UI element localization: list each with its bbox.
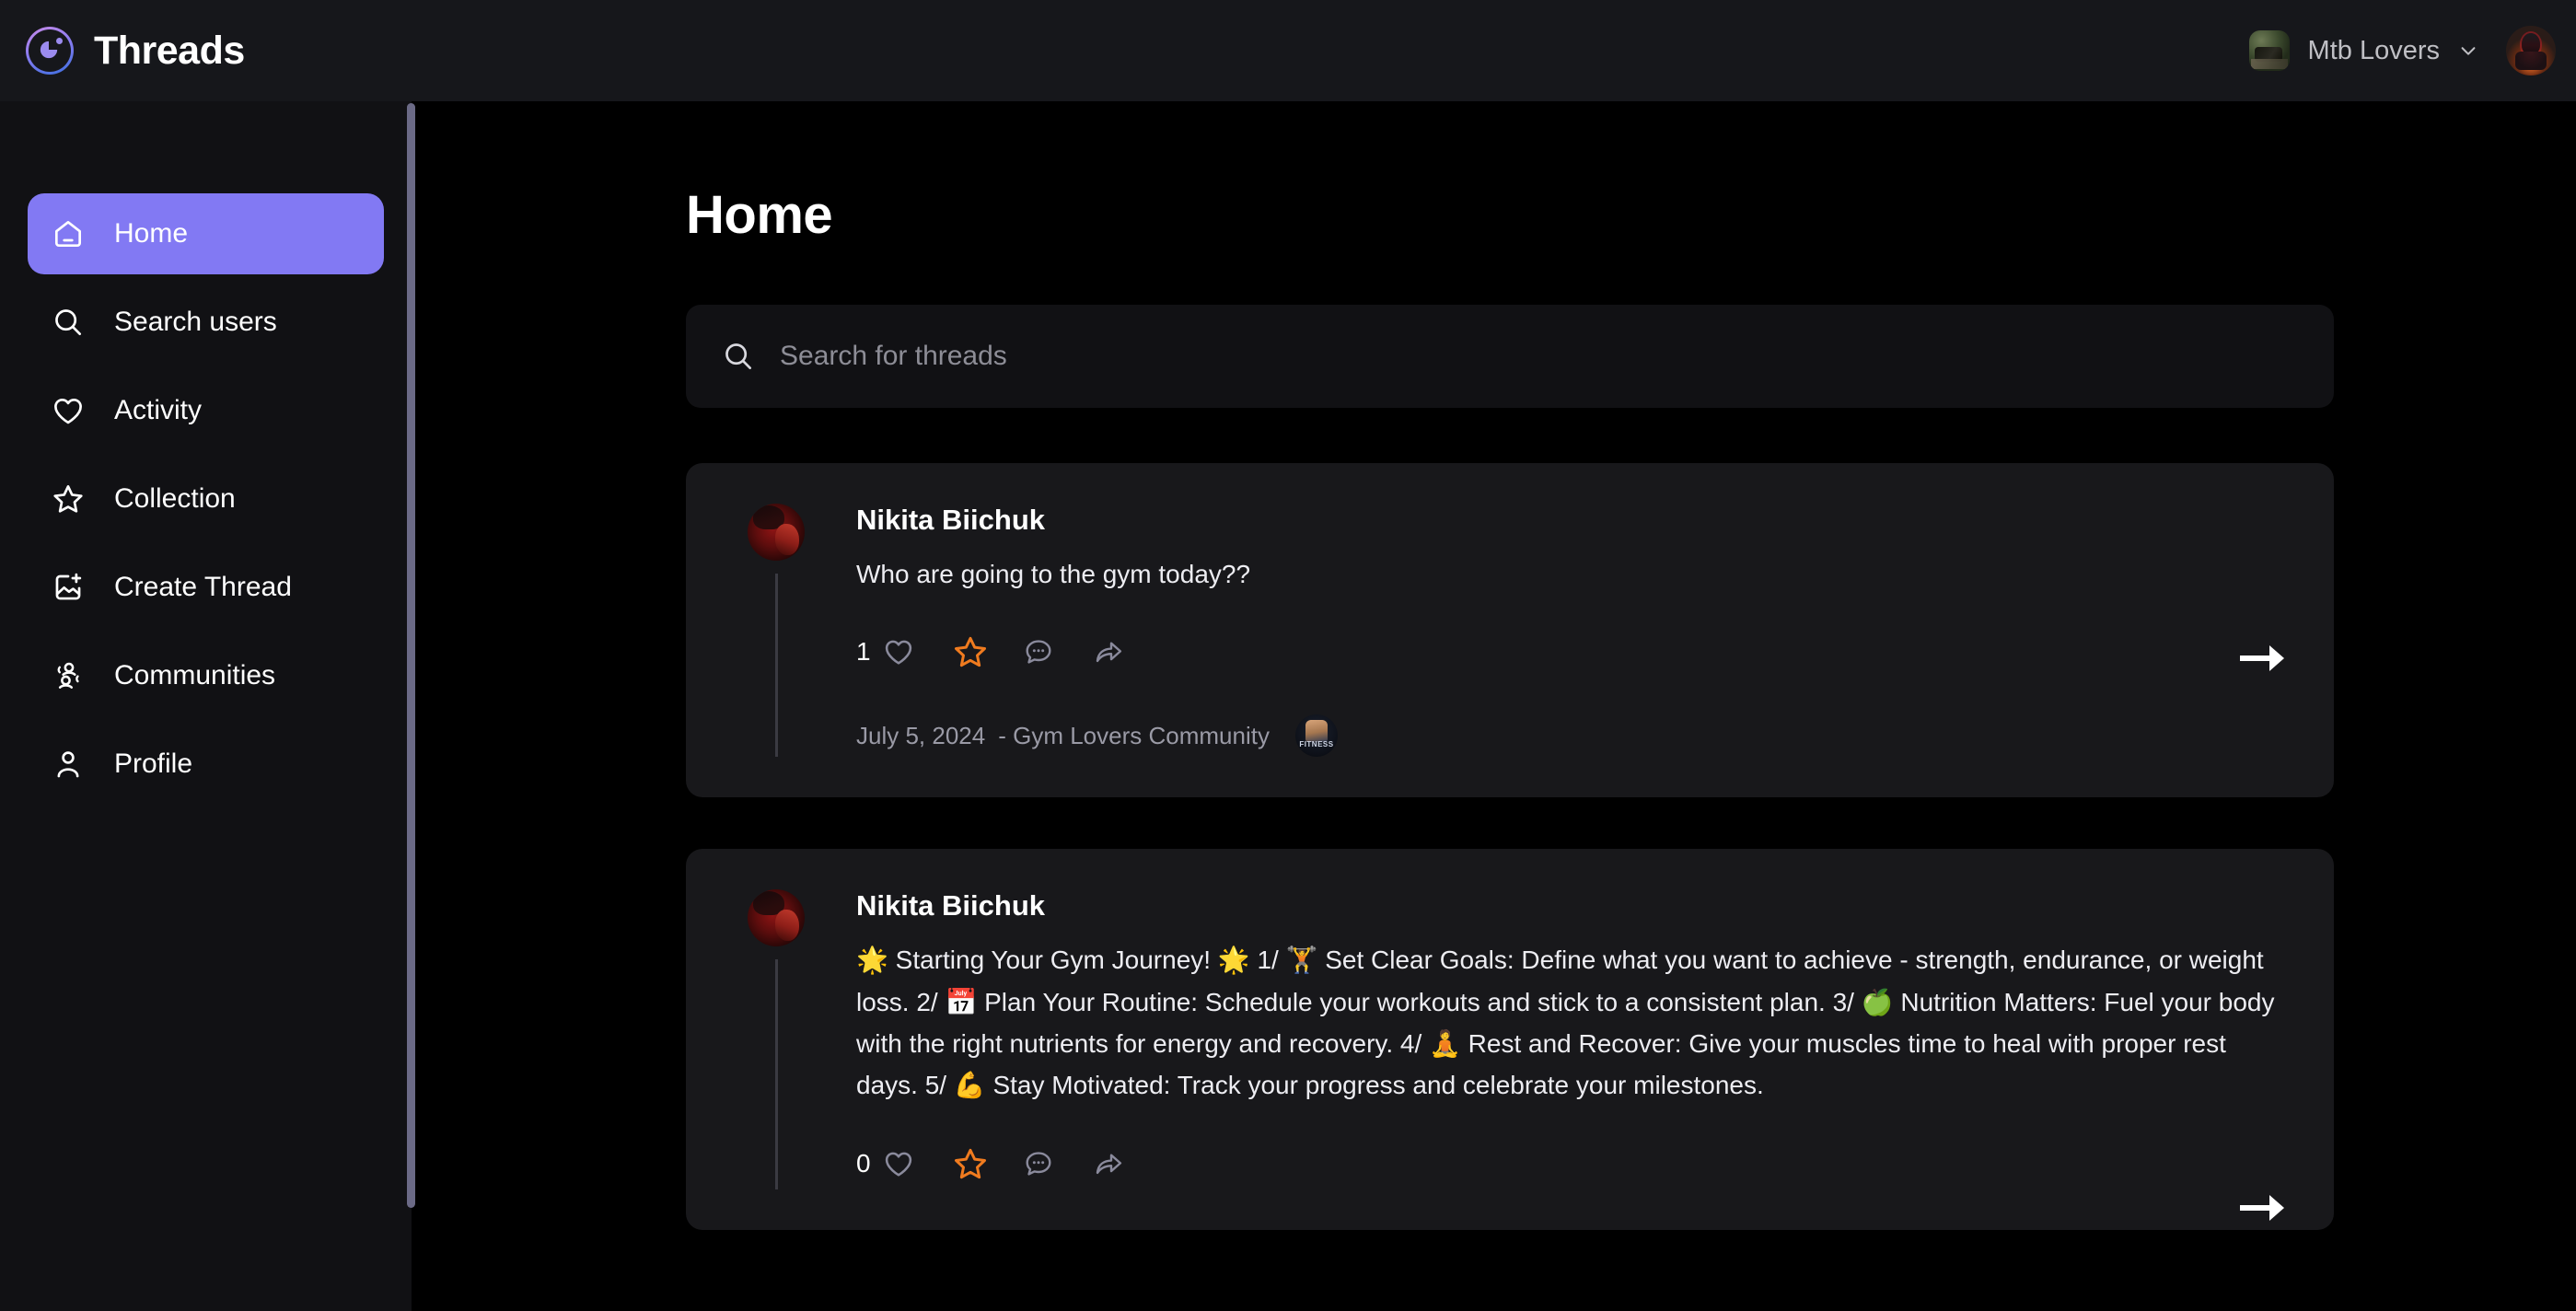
top-bar-right: Mtb Lovers (2236, 0, 2556, 101)
logo-dot (56, 38, 63, 44)
sidebar-nav: Home Search users Activity Collection Cr… (0, 193, 412, 805)
thread-footer: July 5, 2024 - Gym Lovers Community FITN… (856, 714, 2290, 758)
sidebar-item-communities[interactable]: Communities (28, 635, 384, 716)
image-plus-icon (48, 567, 88, 608)
like-count: 0 (856, 1148, 871, 1178)
sidebar-item-label: Profile (114, 748, 193, 779)
sidebar-item-label: Home (114, 218, 189, 249)
thread-author-name[interactable]: Nikita Biichuk (856, 889, 1045, 922)
star-icon (48, 479, 88, 519)
fitness-community-logo[interactable]: FITNESS (1294, 714, 1338, 758)
arrow-right-icon[interactable] (2238, 638, 2286, 679)
users-group-icon (48, 656, 88, 696)
arrow-right-icon[interactable] (2238, 1188, 2286, 1228)
brand-title: Threads (94, 28, 245, 73)
thread-connector-line (774, 574, 778, 758)
search-input[interactable] (780, 341, 2299, 372)
avatar[interactable] (2506, 26, 2556, 75)
heart-icon[interactable] (882, 1138, 939, 1189)
thread-body-text: 🌟 Starting Your Gym Journey! 🌟 1/ 🏋️ Set… (856, 946, 2275, 1100)
comment-bubble-icon[interactable] (1022, 626, 1079, 678)
sidebar-item-home[interactable]: Home (28, 193, 384, 274)
thread-card[interactable]: Nikita Biichuk Who are going to the gym … (686, 463, 2334, 798)
threads-logo-icon (26, 27, 74, 75)
page-title: Home (686, 185, 833, 245)
star-icon[interactable] (952, 1138, 1009, 1189)
sidebar-item-search-users[interactable]: Search users (28, 282, 384, 363)
search-icon (721, 339, 756, 374)
thread-connector-line (774, 959, 778, 1189)
sidebar-item-profile[interactable]: Profile (28, 724, 384, 805)
search-threads-bar[interactable] (686, 305, 2334, 408)
thread-action-bar: 0 (856, 1138, 2290, 1189)
sidebar-item-label: Activity (114, 395, 203, 425)
thread-author-name[interactable]: Nikita Biichuk (856, 504, 1045, 537)
thread-body-text: Who are going to the gym today?? (856, 560, 1251, 588)
sidebar-item-collection[interactable]: Collection (28, 458, 384, 539)
sidebar: Home Search users Activity Collection Cr… (0, 101, 412, 1311)
like-count: 1 (856, 637, 871, 667)
top-bar: Threads Mtb Lovers (0, 0, 2576, 101)
brand[interactable]: Threads (26, 27, 245, 75)
person-icon (48, 744, 88, 784)
community-switcher-label: Mtb Lovers (2307, 35, 2440, 65)
thread-avatar-column (728, 889, 824, 1189)
star-icon[interactable] (952, 626, 1009, 678)
thread-card[interactable]: Nikita Biichuk 🌟 Starting Your Gym Journ… (686, 849, 2334, 1230)
comment-bubble-icon[interactable] (1022, 1138, 1079, 1189)
sidebar-scrollbar[interactable] (407, 103, 415, 1208)
share-arrow-icon[interactable] (1092, 1138, 1149, 1189)
sidebar-item-label: Communities (114, 660, 276, 690)
community-badge-label: FITNESS (1299, 740, 1334, 749)
chevron-down-icon[interactable] (2458, 41, 2478, 61)
search-icon (48, 302, 88, 342)
avatar[interactable] (748, 504, 805, 561)
sidebar-item-label: Search users (114, 307, 277, 337)
sidebar-item-label: Collection (114, 483, 236, 514)
community-switcher[interactable]: Mtb Lovers (2236, 25, 2491, 76)
heart-icon[interactable] (882, 626, 939, 678)
main-content: Home Nikita Bii (412, 101, 2576, 1311)
sidebar-item-create-thread[interactable]: Create Thread (28, 547, 384, 628)
home-icon (48, 214, 88, 254)
share-arrow-icon[interactable] (1092, 626, 1149, 678)
thread-avatar-column (728, 504, 824, 758)
thread-community-link[interactable]: - Gym Lovers Community (998, 722, 1270, 750)
app-root: Threads Mtb Lovers Home Search users Act… (0, 0, 2576, 1311)
heart-icon (48, 390, 88, 431)
community-thumbnail (2248, 30, 2290, 71)
sidebar-item-activity[interactable]: Activity (28, 370, 384, 451)
thread-date: July 5, 2024 (856, 721, 986, 749)
thread-action-bar: 1 (856, 626, 2290, 678)
sidebar-item-label: Create Thread (114, 572, 292, 602)
avatar[interactable] (748, 889, 805, 947)
